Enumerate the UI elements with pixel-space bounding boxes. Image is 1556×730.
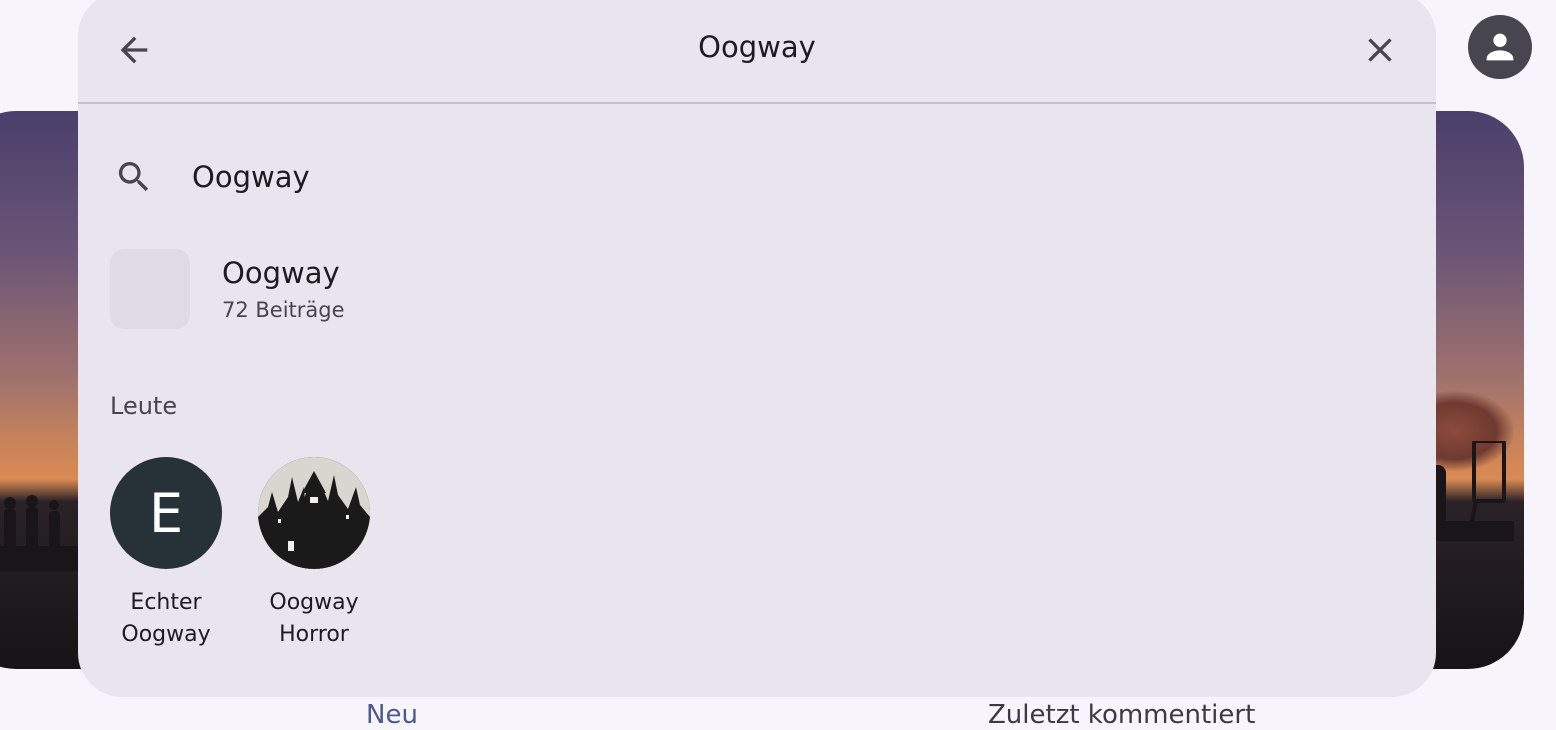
community-result[interactable]: Oogway 72 Beiträge: [110, 249, 345, 329]
search-overlay: Oogway Oogway Oogway 72 Beiträge Leute E…: [78, 0, 1436, 697]
avatar: E: [110, 457, 222, 569]
close-icon: [1368, 38, 1392, 62]
avatar: [258, 457, 370, 569]
gothic-witch-avatar-image: [258, 457, 370, 569]
person-result-oogway-horror[interactable]: Oogway Horror: [258, 457, 370, 651]
community-post-count: 72 Beiträge: [222, 298, 345, 322]
close-button[interactable]: [1360, 30, 1400, 70]
search-icon: [118, 162, 149, 192]
search-title: Oogway: [698, 30, 816, 64]
community-thumbnail: [110, 249, 190, 329]
search-suggestion-query[interactable]: Oogway: [114, 152, 310, 202]
person-name: Oogway Horror: [269, 590, 359, 647]
person-result-echter-oogway[interactable]: E Echter Oogway: [110, 457, 222, 651]
people-list: E Echter Oogway Oogway Horror: [110, 457, 370, 651]
person-name: Echter Oogway: [121, 590, 211, 647]
account-avatar-button[interactable]: [1468, 15, 1532, 79]
community-name: Oogway: [222, 256, 340, 290]
search-query-text: Oogway: [192, 160, 310, 194]
tab-new[interactable]: Neu: [366, 700, 418, 730]
person-icon: [1486, 33, 1514, 61]
screen: Neu Zuletzt kommentiert Oogway Oogway Oo…: [0, 0, 1556, 730]
tab-recently-commented[interactable]: Zuletzt kommentiert: [988, 700, 1255, 730]
people-section-label: Leute: [110, 392, 178, 420]
search-header: Oogway: [78, 0, 1436, 104]
silhouette-people-left: [0, 495, 80, 571]
